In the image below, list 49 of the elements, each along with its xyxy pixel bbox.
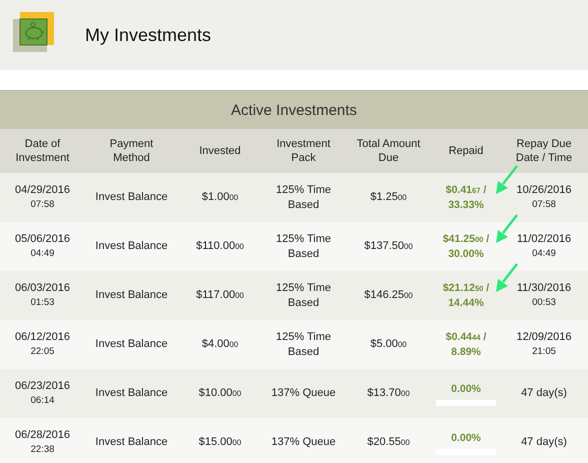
payment-method: Invest Balance: [95, 435, 168, 450]
repay-date: 10/26/2016: [516, 183, 572, 198]
column-header: Investment Pack: [276, 137, 332, 165]
payment-method: Invest Balance: [95, 190, 168, 205]
time-text: 06:14: [30, 394, 54, 408]
time-text: 22:05: [30, 345, 54, 359]
repay-time: 04:49: [532, 247, 556, 261]
repaid-percent: 0.00%: [451, 382, 481, 396]
date-text: 06/03/2016: [14, 281, 70, 296]
column-header: Invested: [199, 144, 241, 158]
investment-pack: 137% Queue: [270, 386, 337, 401]
investment-pack: 125% Time Based: [274, 280, 332, 310]
repay-date: 11/02/2016: [516, 232, 572, 247]
repay-days: 47 day(s): [521, 435, 567, 450]
investment-pack: 125% Time Based: [274, 182, 332, 212]
payment-method: Invest Balance: [95, 288, 168, 303]
column-header: Repaid: [448, 144, 484, 158]
date-text: 06/28/2016: [14, 428, 70, 443]
repaid-percent: 30.00%: [448, 246, 484, 262]
date-text: 06/12/2016: [14, 330, 70, 345]
repay-time: 00:53: [532, 296, 556, 310]
payment-method: Invest Balance: [95, 337, 168, 352]
investment-pack: 125% Time Based: [274, 330, 332, 360]
time-text: 04:49: [30, 247, 54, 261]
date-text: 04/29/2016: [14, 183, 70, 198]
time-text: 07:58: [30, 198, 54, 212]
time-text: 22:38: [30, 443, 54, 457]
repay-date: 12/09/2016: [516, 330, 572, 345]
repaid-percent: 14.44%: [448, 296, 484, 310]
investment-pack: 137% Queue: [270, 435, 337, 450]
repay-time: 21:05: [532, 345, 556, 359]
repaid-percent: 33.33%: [448, 198, 484, 212]
repay-time: 07:58: [532, 198, 556, 212]
date-text: 06/23/2016: [14, 379, 70, 394]
repay-days: 47 day(s): [521, 386, 567, 401]
table-title: Active Investments: [231, 102, 357, 118]
payment-method: Invest Balance: [95, 239, 168, 254]
column-header: Total Amount Due: [356, 137, 422, 165]
repay-date: 11/30/2016: [516, 281, 572, 296]
page-title: My Investments: [85, 24, 212, 46]
column-header: Payment Method: [108, 137, 154, 165]
time-text: 01:53: [30, 296, 54, 310]
column-header: Date of Investment: [14, 137, 70, 165]
column-header: Repay Due Date / Time: [514, 137, 574, 165]
repaid-percent: 0.00%: [451, 430, 481, 446]
payment-method: Invest Balance: [95, 386, 168, 401]
investment-pack: 125% Time Based: [274, 232, 332, 262]
date-text: 05/06/2016: [14, 232, 70, 247]
repaid-percent: 8.89%: [451, 344, 481, 360]
